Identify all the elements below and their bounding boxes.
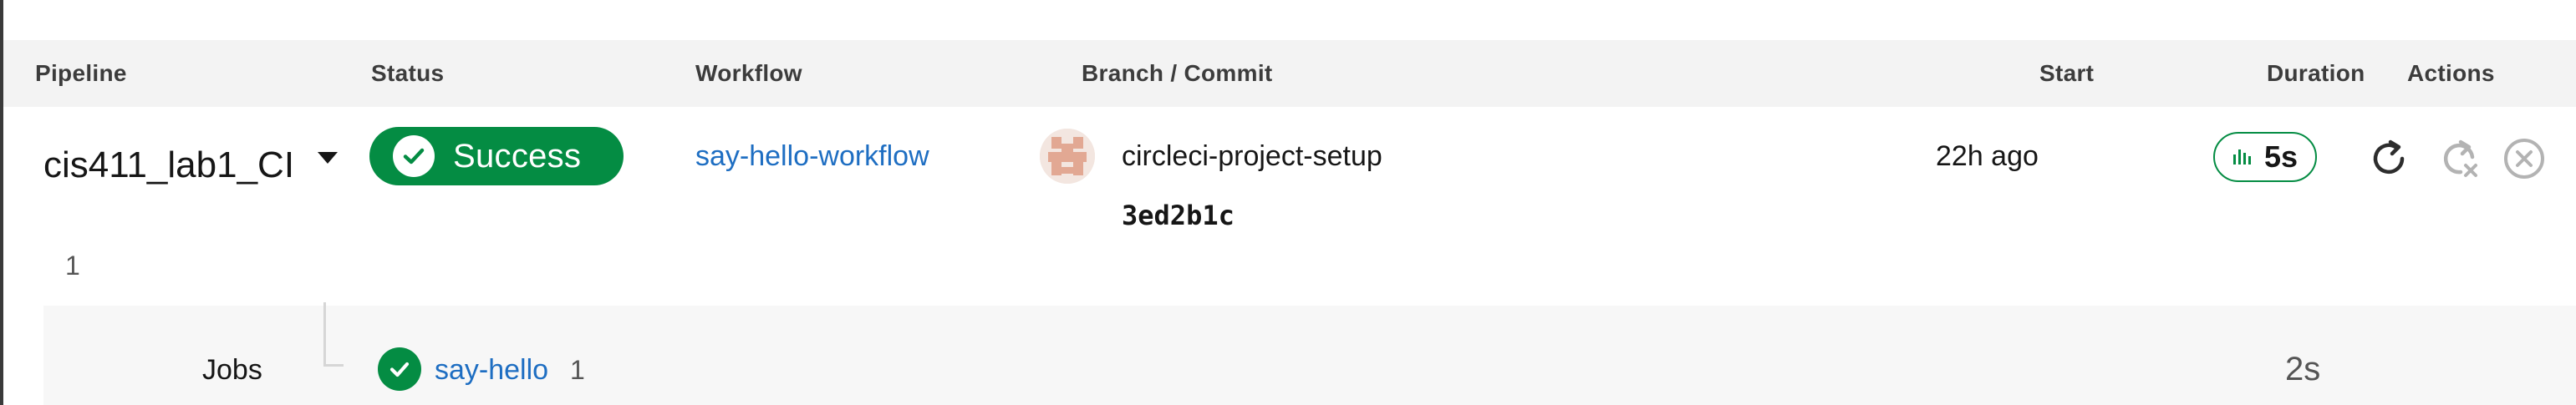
bar-chart-icon	[2232, 144, 2251, 170]
pipeline-number: 1	[65, 251, 80, 281]
table-header: Pipeline Status Workflow Branch / Commit…	[3, 40, 2576, 107]
cancel-icon[interactable]	[2501, 135, 2548, 182]
status-label: Success	[453, 137, 582, 175]
header-status: Status	[371, 60, 445, 86]
header-duration: Duration	[2267, 60, 2365, 86]
job-duration: 2s	[2285, 351, 2321, 387]
jobs-label: Jobs	[202, 354, 262, 386]
header-pipeline: Pipeline	[35, 60, 127, 86]
start-time: 22h ago	[1936, 140, 2039, 172]
header-start: Start	[2039, 60, 2095, 86]
tree-connector-branch	[323, 364, 344, 367]
chevron-down-icon[interactable]	[318, 152, 338, 164]
job-number: 1	[570, 355, 585, 385]
branch-name[interactable]: circleci-project-setup	[1122, 135, 1382, 177]
duration-insights-button[interactable]: 5s	[2213, 132, 2317, 182]
job-name-link[interactable]: say-hello	[435, 351, 548, 389]
check-circle-icon	[393, 135, 435, 177]
pipeline-name[interactable]: cis411_lab1_CI	[43, 134, 294, 197]
header-actions: Actions	[2407, 60, 2495, 86]
jobs-section	[43, 306, 2576, 405]
workflow-link[interactable]: say-hello-workflow	[695, 135, 929, 177]
avatar	[1040, 129, 1095, 184]
rerun-icon[interactable]	[2365, 135, 2412, 182]
rerun-failed-icon[interactable]	[2436, 135, 2482, 182]
commit-hash[interactable]: 3ed2b1c	[1122, 195, 1235, 235]
duration-value: 5s	[2263, 139, 2299, 174]
check-circle-icon	[378, 347, 421, 391]
header-workflow: Workflow	[695, 60, 802, 86]
status-badge[interactable]: Success	[369, 127, 624, 185]
tree-connector	[323, 302, 326, 366]
header-branch-commit: Branch / Commit	[1082, 60, 1273, 86]
